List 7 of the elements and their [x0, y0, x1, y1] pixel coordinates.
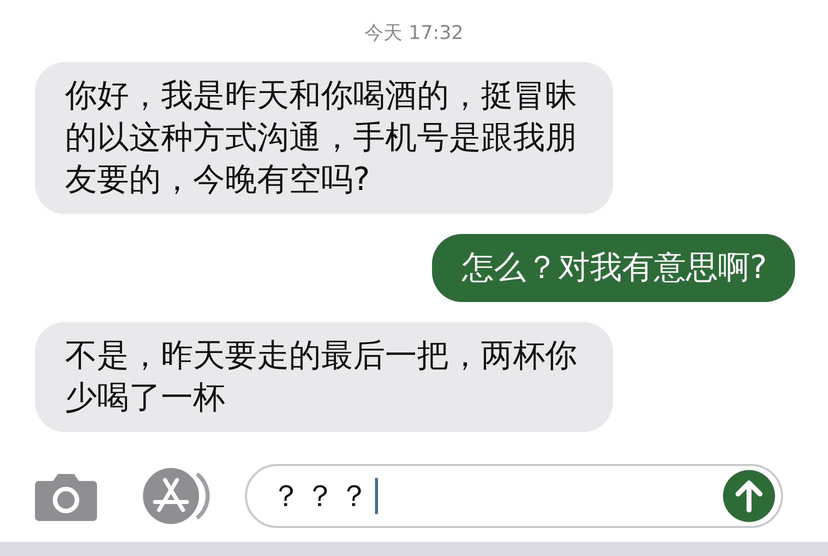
message-input-field[interactable]: ？？？ [245, 464, 783, 528]
message-bubble: 不是，昨天要走的最后一把，两杯你少喝了一杯 [35, 322, 613, 432]
timestamp: 今天 17:32 [364, 21, 464, 46]
message-bubble: 怎么？对我有意思啊? [432, 234, 795, 302]
send-button[interactable] [723, 470, 775, 522]
message-bubble: 你好，我是昨天和你喝酒的，挺冒昧的以这种方式沟通，手机号是跟我朋友要的，今晚有空吗? [35, 62, 613, 214]
camera-icon[interactable] [35, 471, 97, 521]
